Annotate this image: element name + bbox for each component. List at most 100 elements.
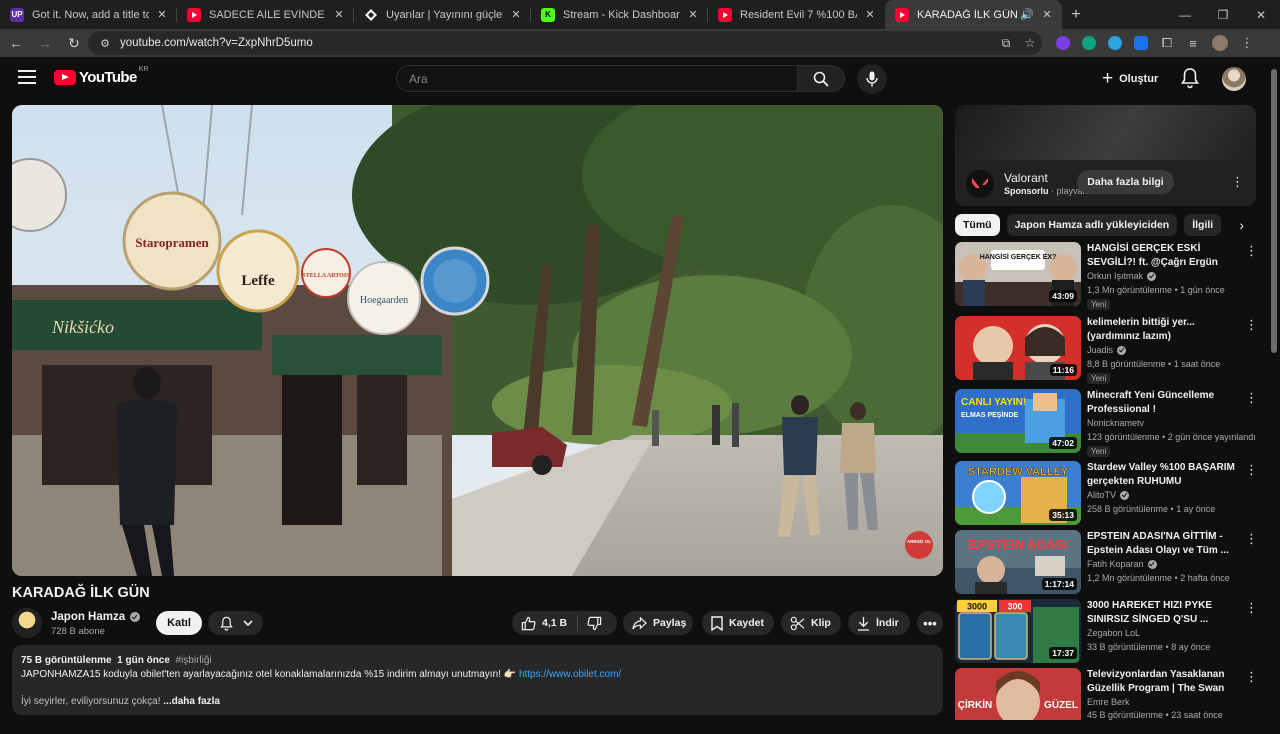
join-button[interactable]: Katıl [156,611,202,635]
hashtag-link[interactable]: #işbirliği [176,655,212,666]
browser-tab-5[interactable]: Resident Evil 7 %100 BAŞARIM ✕ [708,0,885,29]
video-thumbnail[interactable]: 3000 300 17:37 [955,599,1081,663]
video-title[interactable]: kelimelerin bittiği yer... (yardımınız l… [1087,316,1235,343]
chip-related[interactable]: İlgili [1184,214,1222,236]
url-text[interactable]: youtube.com/watch?v=ZxpNhrD5umo [120,37,994,49]
browser-tab-active[interactable]: KARADAĞ İLK GÜN - YouTu 🔊 ✕ [885,0,1062,29]
save-button[interactable]: Kaydet [702,611,774,635]
list-item[interactable]: 11:16 kelimelerin bittiği yer... (yardım… [955,316,1268,384]
tab-close-icon[interactable]: ✕ [509,8,523,21]
more-vertical-icon[interactable]: ⋮ [1245,600,1258,616]
list-item[interactable]: EPSTEIN ADASI 1:17:14 EPSTEIN ADASI'NA G… [955,530,1268,596]
share-button[interactable]: Paylaş [623,611,693,635]
channel-name[interactable]: Orkun Işıtmak [1087,271,1143,281]
list-item[interactable]: CANLI YAYIN! ELMAS PEŞİNDE 47:02 Minecraf… [955,389,1268,457]
video-title[interactable]: Minecraft Yeni Güncelleme Professiional … [1087,389,1235,416]
video-title[interactable]: EPSTEIN ADASI'NA GİTTİM - Epstein Adası … [1087,530,1235,557]
close-window-icon[interactable]: ✕ [1242,8,1280,22]
more-vertical-icon[interactable]: ⋮ [1245,462,1258,478]
sponsored-ad-card[interactable]: Valorant Sponsorlu · playvalorant... Dah… [955,105,1256,206]
minimize-icon[interactable]: — [1166,8,1204,22]
channel-name[interactable]: Nonicknametv [1087,418,1144,428]
browser-tab-4[interactable]: K Stream - Kick Dashboard ✕ [531,0,708,29]
more-vertical-icon[interactable]: ⋮ [1245,317,1258,333]
chip-from-uploader[interactable]: Japon Hamza adlı yükleyiciden [1006,214,1178,236]
hamburger-menu-icon[interactable] [18,70,36,84]
browser-menu-icon[interactable]: ⋮ [1234,35,1260,51]
channel-name[interactable]: Zegabon LoL [1087,628,1140,638]
search-box[interactable] [396,65,798,92]
back-arrow-icon[interactable]: ← [3,35,29,51]
address-bar[interactable]: ⚙ youtube.com/watch?v=ZxpNhrD5umo ⧉ ☆ [88,31,1042,55]
ad-title[interactable]: Valorant [1004,171,1048,185]
forward-arrow-icon[interactable]: → [32,35,58,51]
search-button[interactable] [797,65,845,92]
video-thumbnail[interactable]: ÇİRKİN GÜZEL [955,668,1081,720]
list-item[interactable]: STARDEW VALLEY 35:13 Stardew Valley %100… [955,461,1268,527]
list-item[interactable]: ÇİRKİN GÜZEL Televizyonlardan Yasaklanan … [955,668,1268,734]
video-thumbnail[interactable]: CANLI YAYIN! ELMAS PEŞİNDE 47:02 [955,389,1081,453]
video-thumbnail[interactable]: HANGİSİ GERÇEK EX? 43:09 [955,242,1081,306]
more-vertical-icon[interactable]: ⋮ [1245,243,1258,259]
search-input[interactable] [397,66,797,91]
extension-info-icon[interactable] [1134,36,1148,50]
download-button[interactable]: İndir [848,611,910,635]
dislike-button[interactable] [587,616,602,631]
video-title[interactable]: 3000 HAREKET HIZI PYKE SINIRSIZ SİNGED Q… [1087,599,1235,626]
voice-search-button[interactable] [857,64,887,94]
bookmark-star-icon[interactable]: ☆ [1018,36,1042,50]
channel-avatar[interactable] [12,608,42,638]
cast-icon[interactable]: ⧉ [994,36,1018,51]
channel-name[interactable]: Japon Hamza [51,611,125,623]
video-title[interactable]: Televizyonlardan Yasaklanan Güzellik Pro… [1087,668,1235,695]
channel-name[interactable]: AlitoTV [1087,490,1116,500]
extension-purple-icon[interactable] [1056,36,1070,50]
tab-close-icon[interactable]: ✕ [332,8,346,21]
channel-name[interactable]: Emre Berk [1087,697,1130,707]
more-vertical-icon[interactable]: ⋮ [1245,531,1258,547]
chip-all[interactable]: Tümü [955,214,1000,236]
video-thumbnail[interactable]: 11:16 [955,316,1081,380]
clip-button[interactable]: Klip [781,611,841,635]
site-settings-icon[interactable]: ⚙ [94,37,116,50]
chevron-right-icon[interactable]: › [1239,217,1244,233]
extension-chatgpt-icon[interactable] [1082,36,1096,50]
browser-tab-3[interactable]: Uyarılar | Yayınını güçlendirmek ✕ [354,0,531,29]
subscription-bell-button[interactable] [208,611,263,635]
channel-name[interactable]: Fatih Koparan [1087,559,1144,569]
youtube-logo[interactable]: YouTube KR [54,66,148,86]
tab-close-icon[interactable]: ✕ [1040,8,1054,21]
list-item[interactable]: HANGİSİ GERÇEK EX? 43:09 HANGİSİ GERÇEK … [955,242,1268,310]
extensions-puzzle-icon[interactable]: ⧠ [1154,35,1180,51]
notifications-bell-icon[interactable] [1180,67,1200,89]
ad-menu-icon[interactable]: ⋮ [1231,174,1244,190]
extension-blue-icon[interactable] [1108,36,1122,50]
more-vertical-icon[interactable]: ⋮ [1245,390,1258,406]
channel-name[interactable]: Juadis [1087,345,1113,355]
browser-tab-1[interactable]: UP Got it. Now, add a title to tell th ✕ [0,0,177,29]
more-actions-button[interactable]: ••• [917,611,943,635]
browser-tab-2[interactable]: SADECE AİLE EVİNDE YAŞAYAN ✕ [177,0,354,29]
video-thumbnail[interactable]: STARDEW VALLEY 35:13 [955,461,1081,525]
video-title[interactable]: HANGİSİ GERÇEK ESKİ SEVGİLİ?! ft. @Çağrı… [1087,242,1235,269]
media-controls-icon[interactable]: ≡ [1180,36,1206,51]
tab-close-icon[interactable]: ✕ [863,8,877,21]
like-count[interactable]: 4,1 B [542,617,567,629]
scrollbar-thumb[interactable] [1271,69,1277,353]
new-tab-icon[interactable]: + [1062,6,1090,24]
profile-avatar-icon[interactable] [1212,35,1228,51]
maximize-icon[interactable]: ❐ [1204,8,1242,22]
like-button[interactable] [521,616,536,631]
video-title[interactable]: Stardew Valley %100 BAŞARIM gerçekten RU… [1087,461,1235,488]
create-button[interactable]: + Oluştur [1094,65,1166,92]
ad-banner[interactable] [955,105,1256,160]
tab-close-icon[interactable]: ✕ [155,8,169,21]
tab-audio-icon[interactable]: 🔊 [1020,8,1034,21]
learn-more-button[interactable]: Daha fazla bilgi [1077,170,1174,194]
account-avatar[interactable] [1222,67,1246,91]
reload-icon[interactable]: ↻ [61,35,87,52]
description-link[interactable]: https://www.obilet.com/ [519,669,621,680]
more-vertical-icon[interactable]: ⋮ [1245,669,1258,685]
page-scrollbar[interactable] [1268,57,1280,720]
video-player[interactable]: Nikšićko Staropramen Leffe STELLA ARTOIS… [12,105,943,576]
